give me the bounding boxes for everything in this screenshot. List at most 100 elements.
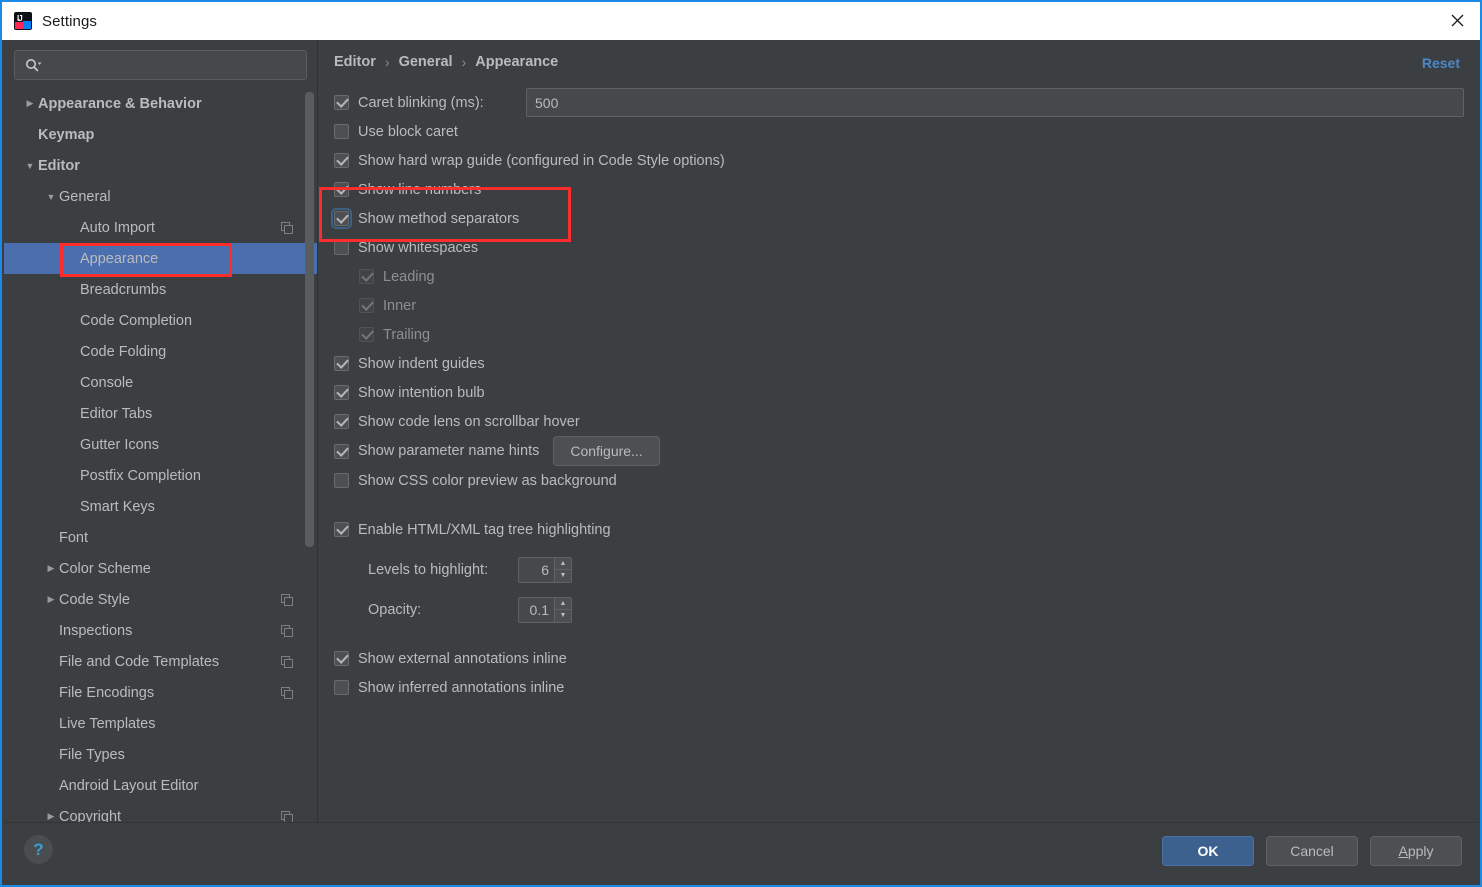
sidebar-item-file-and-code-templates[interactable]: File and Code Templates <box>4 646 317 677</box>
sidebar-item-label: Gutter Icons <box>80 436 159 453</box>
sidebar-item-label: Console <box>80 374 134 391</box>
show-method-separators-checkbox[interactable] <box>331 208 352 229</box>
sidebar-item-label: Appearance <box>80 250 159 267</box>
chevron-right-icon[interactable]: ▶ <box>22 98 38 109</box>
sidebar-item-android-layout-editor[interactable]: Android Layout Editor <box>4 770 317 801</box>
sidebar-item-gutter-icons[interactable]: Gutter Icons <box>4 429 317 460</box>
chevron-right-icon[interactable]: ▶ <box>43 594 59 605</box>
chevron-right-icon[interactable]: ▶ <box>43 563 59 574</box>
chevron-down-icon[interactable]: ▼ <box>43 192 59 202</box>
settings-content-pane: Editor › General › Appearance Reset Caret bl… <box>318 40 1478 825</box>
chevron-down-icon[interactable]: ▼ <box>555 610 571 622</box>
parameter-name-hints-checkbox[interactable] <box>334 443 349 459</box>
apply-mnemonic: A <box>1398 843 1408 859</box>
breadcrumb-item-general[interactable]: General <box>399 54 453 70</box>
chevron-down-icon[interactable]: ▼ <box>555 570 571 582</box>
tag-tree-highlighting-checkbox[interactable] <box>334 522 349 537</box>
ok-button[interactable]: OK <box>1162 836 1254 866</box>
search-input[interactable] <box>42 56 306 74</box>
breadcrumb-separator: › <box>384 54 390 70</box>
setting-css-color-preview: Show CSS color preview as background <box>334 466 1464 495</box>
apply-button[interactable]: Apply <box>1370 836 1462 866</box>
configure-button[interactable]: Configure... <box>553 436 660 466</box>
cancel-button[interactable]: Cancel <box>1266 836 1358 866</box>
chevron-up-icon[interactable]: ▲ <box>555 558 571 570</box>
sidebar-item-postfix-completion[interactable]: Postfix Completion <box>4 460 317 491</box>
sidebar-item-copyright[interactable]: ▶ Copyright <box>4 801 317 823</box>
sidebar-item-breadcrumbs[interactable]: Breadcrumbs <box>4 274 317 305</box>
sidebar-item-label: Color Scheme <box>59 560 151 577</box>
show-indent-guides-label: Show indent guides <box>358 355 485 372</box>
setting-show-code-lens-on-scrollbar-hover: Show code lens on scrollbar hover <box>334 407 1464 436</box>
levels-to-highlight-spinner[interactable]: 6 ▲ ▼ <box>518 556 572 583</box>
setting-show-indent-guides: Show indent guides <box>334 349 1464 378</box>
sidebar-item-color-scheme[interactable]: ▶ Color Scheme <box>4 553 317 584</box>
show-line-numbers-checkbox[interactable] <box>334 182 349 197</box>
sidebar-item-label: File Encodings <box>59 684 155 701</box>
settings-sidebar: ▶ Appearance & Behavior Keymap ▼ Editor ▼ Gene… <box>4 40 317 825</box>
caret-blinking-checkbox[interactable] <box>334 95 349 110</box>
trailing-label: Trailing <box>383 326 431 343</box>
chevron-down-icon[interactable]: ▼ <box>22 161 38 171</box>
sidebar-item-code-completion[interactable]: Code Completion <box>4 305 317 336</box>
setting-show-method-separators: Show method separators <box>331 204 1464 233</box>
setting-tag-tree-highlighting: Enable HTML/XML tag tree highlighting <box>334 515 1464 544</box>
sidebar-item-appearance-behavior[interactable]: ▶ Appearance & Behavior <box>4 88 317 119</box>
sidebar-item-appearance[interactable]: Appearance <box>4 243 317 274</box>
sidebar-item-code-style[interactable]: ▶ Code Style <box>4 584 317 615</box>
sidebar-scrollbar-track[interactable] <box>305 40 314 825</box>
setting-show-external-annotations-inline: Show external annotations inline <box>334 644 1464 673</box>
parameter-name-hints-label: Show parameter name hints <box>358 443 540 459</box>
sidebar-item-label: File and Code Templates <box>59 653 220 670</box>
sidebar-item-font[interactable]: Font <box>4 522 317 553</box>
sidebar-scrollbar-thumb[interactable] <box>305 92 314 547</box>
search-area <box>4 40 317 80</box>
help-icon[interactable]: ? <box>24 835 53 864</box>
leading-label: Leading <box>383 268 435 285</box>
settings-tree[interactable]: ▶ Appearance & Behavior Keymap ▼ Editor ▼ Gene… <box>4 88 317 823</box>
close-icon[interactable] <box>1434 2 1480 38</box>
sidebar-item-inspections[interactable]: Inspections <box>4 615 317 646</box>
setting-opacity: Opacity: 0.1 ▲ ▼ <box>334 595 1464 624</box>
chevron-right-icon[interactable]: ▶ <box>43 811 59 822</box>
sidebar-item-smart-keys[interactable]: Smart Keys <box>4 491 317 522</box>
sidebar-item-label: Live Templates <box>59 715 156 732</box>
opacity-value: 0.1 <box>529 601 549 618</box>
levels-spinner-buttons[interactable]: ▲ ▼ <box>554 557 571 582</box>
sidebar-item-code-folding[interactable]: Code Folding <box>4 336 317 367</box>
sidebar-item-editor[interactable]: ▼ Editor <box>4 150 317 181</box>
search-box[interactable] <box>14 50 307 80</box>
breadcrumb-separator: › <box>461 54 467 70</box>
show-intention-bulb-checkbox[interactable] <box>334 385 349 400</box>
reset-link[interactable]: Reset <box>1422 55 1460 71</box>
show-intention-bulb-label: Show intention bulb <box>358 384 485 401</box>
sidebar-item-live-templates[interactable]: Live Templates <box>4 708 317 739</box>
show-code-lens-on-scrollbar-hover-checkbox[interactable] <box>334 414 349 429</box>
setting-use-block-caret: Use block caret <box>334 117 1464 146</box>
dialog-action-buttons: OK Cancel Apply <box>1162 836 1462 866</box>
sidebar-item-keymap[interactable]: Keymap <box>4 119 317 150</box>
sidebar-item-editor-tabs[interactable]: Editor Tabs <box>4 398 317 429</box>
use-block-caret-checkbox[interactable] <box>334 124 349 139</box>
show-external-annotations-inline-checkbox[interactable] <box>334 651 349 666</box>
opacity-spinner[interactable]: 0.1 ▲ ▼ <box>518 596 572 623</box>
breadcrumb-item-appearance[interactable]: Appearance <box>475 54 558 70</box>
sidebar-item-file-encodings[interactable]: File Encodings <box>4 677 317 708</box>
show-hard-wrap-guide-configured-in-code-style-options-checkbox[interactable] <box>334 153 349 168</box>
css-color-preview-checkbox[interactable] <box>334 473 349 488</box>
sidebar-item-auto-import[interactable]: Auto Import <box>4 212 317 243</box>
sidebar-item-console[interactable]: Console <box>4 367 317 398</box>
caret-blinking-input[interactable] <box>526 88 1464 117</box>
opacity-spinner-buttons[interactable]: ▲ ▼ <box>554 597 571 622</box>
show-code-lens-on-scrollbar-hover-label: Show code lens on scrollbar hover <box>358 413 580 430</box>
sidebar-item-label: Inspections <box>59 622 133 639</box>
show-indent-guides-checkbox[interactable] <box>334 356 349 371</box>
show-inferred-annotations-inline-checkbox[interactable] <box>334 680 349 695</box>
sidebar-item-general[interactable]: ▼ General <box>4 181 317 212</box>
show-line-numbers-label: Show line numbers <box>358 181 482 198</box>
use-block-caret-label: Use block caret <box>358 123 458 140</box>
breadcrumb-item-editor[interactable]: Editor <box>334 54 376 70</box>
sidebar-item-file-types[interactable]: File Types <box>4 739 317 770</box>
show-whitespaces-checkbox[interactable] <box>334 240 349 255</box>
chevron-up-icon[interactable]: ▲ <box>555 598 571 610</box>
